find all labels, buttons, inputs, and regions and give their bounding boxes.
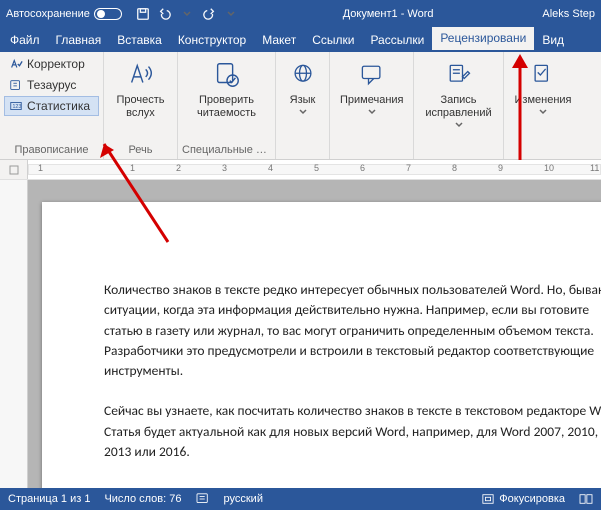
- language-label: Язык: [290, 94, 316, 107]
- read-aloud-button[interactable]: Прочесть вслух: [108, 54, 173, 120]
- undo-icon[interactable]: [156, 5, 174, 23]
- ruler-tick: 8: [452, 163, 457, 173]
- changes-button[interactable]: Изменения: [508, 54, 578, 115]
- group-tracking: Запись исправлений: [414, 52, 504, 159]
- status-focus-mode[interactable]: Фокусировка: [481, 493, 565, 505]
- status-proofing-icon[interactable]: [196, 493, 210, 505]
- group-proofing: Корректор Тезаурус 123 Статистика Правоп…: [0, 52, 104, 159]
- group-proofing-label: Правописание: [4, 142, 99, 159]
- changes-label: Изменения: [515, 94, 572, 107]
- ruler-tick: 4: [268, 163, 273, 173]
- track-changes-button[interactable]: Запись исправлений: [418, 54, 499, 128]
- ruler-tick: 6: [360, 163, 365, 173]
- status-page[interactable]: Страница 1 из 1: [8, 493, 90, 505]
- tab-5[interactable]: Ссылки: [304, 29, 362, 52]
- language-button[interactable]: Язык: [280, 54, 325, 115]
- comments-button[interactable]: Примечания: [334, 54, 410, 115]
- quick-access-dropdown-icon[interactable]: [222, 5, 240, 23]
- chevron-down-icon: [299, 109, 307, 115]
- corrector-label: Корректор: [27, 57, 85, 71]
- title-bar: Автосохранение Документ1 - Word Aleks St…: [0, 0, 601, 28]
- ruler-tick: 9: [498, 163, 503, 173]
- document-title: Документ1 - Word: [242, 8, 535, 20]
- page[interactable]: Количество знаков в тексте редко интерес…: [42, 202, 601, 488]
- group-language: Язык: [276, 52, 330, 159]
- user-name[interactable]: Aleks Step: [542, 8, 595, 20]
- check-accessibility-label: Проверить читаемость: [197, 94, 256, 120]
- document-workspace: Количество знаков в тексте редко интерес…: [0, 180, 601, 488]
- tab-1[interactable]: Главная: [48, 29, 110, 52]
- corrector-button[interactable]: Корректор: [4, 54, 99, 74]
- comments-label: Примечания: [340, 94, 404, 107]
- view-read-mode-icon[interactable]: [579, 493, 593, 505]
- check-accessibility-button[interactable]: Проверить читаемость: [182, 54, 271, 120]
- autosave-label: Автосохранение: [6, 8, 90, 20]
- thesaurus-label: Тезаурус: [27, 78, 76, 92]
- statistics-label: Статистика: [27, 99, 90, 113]
- ruler-tick: 11: [590, 163, 599, 173]
- status-word-count[interactable]: Число слов: 76: [104, 493, 181, 505]
- statistics-button[interactable]: 123 Статистика: [4, 96, 99, 116]
- group-speech: Прочесть вслух Речь: [104, 52, 178, 159]
- comment-icon: [358, 58, 386, 92]
- ruler-tick: 7: [406, 163, 411, 173]
- paragraph[interactable]: Количество знаков в тексте редко интерес…: [104, 280, 601, 381]
- ruler-tick: 2: [176, 163, 181, 173]
- ribbon-tabs: ФайлГлавнаяВставкаКонструкторМакетСсылки…: [0, 28, 601, 52]
- read-aloud-label: Прочесть вслух: [116, 94, 164, 120]
- tab-7[interactable]: Рецензировани: [432, 27, 534, 52]
- svg-text:123: 123: [13, 104, 22, 110]
- group-accessibility: Проверить читаемость Специальные во...: [178, 52, 276, 159]
- tab-6[interactable]: Рассылки: [362, 29, 432, 52]
- autosave-toggle[interactable]: [94, 8, 122, 20]
- ruler-tick: 1: [130, 163, 135, 173]
- document-scroll[interactable]: Количество знаков в тексте редко интерес…: [28, 180, 601, 488]
- ruler-tick: 1: [38, 163, 43, 173]
- group-accessibility-label: Специальные во...: [182, 142, 271, 159]
- ruler-corner: [0, 160, 28, 179]
- accessibility-icon: [212, 58, 242, 92]
- ruler-tick: 10: [544, 163, 554, 173]
- read-aloud-icon: [126, 58, 156, 92]
- tab-2[interactable]: Вставка: [109, 29, 170, 52]
- group-comments: Примечания: [330, 52, 414, 159]
- tab-4[interactable]: Макет: [254, 29, 304, 52]
- track-changes-label: Запись исправлений: [425, 94, 491, 120]
- thesaurus-button[interactable]: Тезаурус: [4, 75, 99, 95]
- vertical-ruler[interactable]: [0, 180, 28, 488]
- ruler-tick: 3: [222, 163, 227, 173]
- horizontal-ruler[interactable]: 1123456789101112: [0, 160, 601, 180]
- tab-8[interactable]: Вид: [534, 29, 572, 52]
- ruler-tick: 5: [314, 163, 319, 173]
- group-speech-label: Речь: [108, 142, 173, 159]
- save-icon[interactable]: [134, 5, 152, 23]
- chevron-down-icon: [455, 122, 463, 128]
- group-changes: Изменения: [504, 52, 582, 159]
- chevron-down-icon: [368, 109, 376, 115]
- changes-icon: [529, 58, 557, 92]
- track-changes-icon: [445, 58, 473, 92]
- chevron-down-icon: [539, 109, 547, 115]
- ribbon: Корректор Тезаурус 123 Статистика Правоп…: [0, 52, 601, 160]
- status-focus-label: Фокусировка: [499, 493, 565, 505]
- undo-dropdown-icon[interactable]: [178, 5, 196, 23]
- tab-0[interactable]: Файл: [2, 29, 48, 52]
- paragraph[interactable]: Сейчас вы узнаете, как посчитать количес…: [104, 401, 601, 462]
- redo-icon[interactable]: [200, 5, 218, 23]
- status-language[interactable]: русский: [224, 493, 263, 505]
- status-bar: Страница 1 из 1 Число слов: 76 русский Ф…: [0, 488, 601, 510]
- language-icon: [289, 58, 317, 92]
- tab-3[interactable]: Конструктор: [170, 29, 254, 52]
